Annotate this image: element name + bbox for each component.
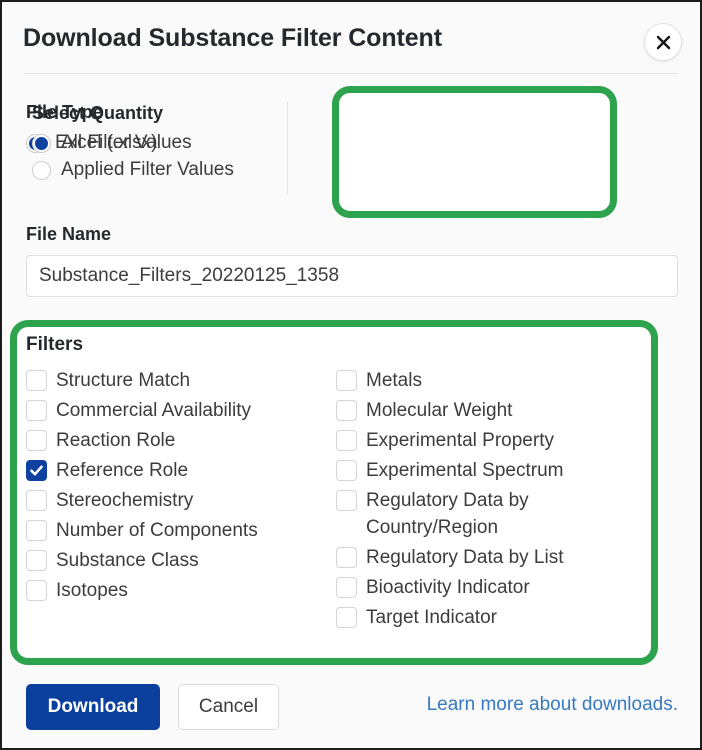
close-icon	[655, 34, 672, 51]
radio-label-all-filter-values: All Filter Values	[61, 132, 192, 153]
checkbox-regulatory-data-by-list[interactable]: Regulatory Data by List	[336, 544, 636, 571]
checkbox-label: Metals	[366, 370, 422, 391]
filters-left-column: Structure Match Commercial Availability …	[26, 367, 336, 634]
checkbox-icon-unchecked	[336, 577, 357, 598]
radio-all-filter-values[interactable]: All Filter Values	[32, 132, 234, 154]
close-button[interactable]	[644, 23, 682, 61]
dialog-footer: Download Cancel Learn more about downloa…	[2, 674, 700, 748]
page-title: Download Substance Filter Content	[23, 24, 442, 52]
checkbox-label: Reaction Role	[56, 430, 176, 451]
download-dialog: Download Substance Filter Content File T…	[0, 0, 702, 750]
column-divider	[287, 102, 288, 193]
checkbox-structure-match[interactable]: Structure Match	[26, 367, 336, 394]
checkbox-label: Substance Class	[56, 550, 199, 571]
checkbox-reference-role[interactable]: Reference Role	[26, 457, 336, 484]
checkbox-experimental-property[interactable]: Experimental Property	[336, 427, 636, 454]
checkbox-icon-unchecked	[26, 430, 47, 451]
file-name-label: File Name	[26, 224, 112, 244]
checkbox-icon-unchecked	[26, 520, 47, 541]
checkbox-commercial-availability[interactable]: Commercial Availability	[26, 397, 336, 424]
checkbox-label: Experimental Property	[366, 430, 554, 451]
checkbox-metals[interactable]: Metals	[336, 367, 636, 394]
file-name-input[interactable]	[26, 255, 678, 297]
checkbox-stereochemistry[interactable]: Stereochemistry	[26, 487, 336, 514]
checkbox-icon-unchecked	[336, 490, 357, 511]
download-button[interactable]: Download	[26, 684, 160, 730]
checkbox-number-of-components[interactable]: Number of Components	[26, 517, 336, 544]
checkbox-icon-unchecked	[336, 430, 357, 451]
checkbox-label: Target Indicator	[366, 607, 497, 628]
checkbox-label: Reference Role	[56, 460, 189, 481]
filters-right-column: Metals Molecular Weight Experimental Pro…	[336, 367, 636, 634]
radio-label-applied-filter-values: Applied Filter Values	[61, 159, 234, 180]
checkbox-label: Regulatory Data by Country/Region	[366, 490, 529, 538]
checkbox-bioactivity-indicator[interactable]: Bioactivity Indicator	[336, 574, 636, 601]
checkbox-reaction-role[interactable]: Reaction Role	[26, 427, 336, 454]
radio-applied-filter-values[interactable]: Applied Filter Values	[32, 159, 234, 181]
checkbox-label: Stereochemistry	[56, 490, 194, 511]
checkbox-icon-unchecked	[26, 580, 47, 601]
dialog-header: Download Substance Filter Content	[2, 2, 700, 74]
checkbox-label: Bioactivity Indicator	[366, 577, 530, 598]
checkbox-icon-unchecked	[26, 370, 47, 391]
checkbox-icon-unchecked	[26, 490, 47, 511]
checkbox-experimental-spectrum[interactable]: Experimental Spectrum	[336, 457, 636, 484]
learn-more-link[interactable]: Learn more about downloads.	[427, 694, 678, 716]
checkbox-icon-unchecked	[336, 400, 357, 421]
checkbox-icon-unchecked	[336, 370, 357, 391]
checkbox-icon-unchecked	[336, 460, 357, 481]
filters-title: Filters	[26, 334, 84, 355]
checkbox-icon-unchecked	[26, 400, 47, 421]
checkbox-label: Number of Components	[56, 520, 258, 541]
checkbox-label: Commercial Availability	[56, 400, 251, 421]
checkbox-label: Experimental Spectrum	[366, 460, 564, 481]
checkbox-label: Structure Match	[56, 370, 191, 391]
checkbox-target-indicator[interactable]: Target Indicator	[336, 604, 636, 631]
filters-columns: Structure Match Commercial Availability …	[26, 367, 646, 634]
checkbox-regulatory-data-by-country-region[interactable]: Regulatory Data by Country/Region	[336, 487, 636, 541]
checkbox-label: Molecular Weight	[366, 400, 513, 421]
checkbox-icon-unchecked	[336, 547, 357, 568]
checkbox-label: Regulatory Data by List	[366, 547, 564, 568]
file-name-section: File Name	[26, 224, 678, 297]
checkbox-isotopes[interactable]: Isotopes	[26, 577, 336, 604]
checkbox-icon-unchecked	[336, 607, 357, 628]
cancel-button[interactable]: Cancel	[178, 684, 279, 730]
checkbox-icon-unchecked	[26, 550, 47, 571]
checkbox-substance-class[interactable]: Substance Class	[26, 547, 336, 574]
select-quantity-section: Select Quantity All Filter Values Applie…	[32, 103, 234, 186]
radio-icon-selected	[32, 133, 51, 153]
checkbox-label: Isotopes	[56, 580, 128, 601]
radio-icon-unselected	[32, 160, 51, 180]
select-quantity-highlight	[332, 86, 617, 218]
header-divider	[24, 73, 678, 74]
checkbox-icon-checked	[26, 460, 47, 481]
checkbox-molecular-weight[interactable]: Molecular Weight	[336, 397, 636, 424]
select-quantity-label: Select Quantity	[32, 103, 164, 123]
